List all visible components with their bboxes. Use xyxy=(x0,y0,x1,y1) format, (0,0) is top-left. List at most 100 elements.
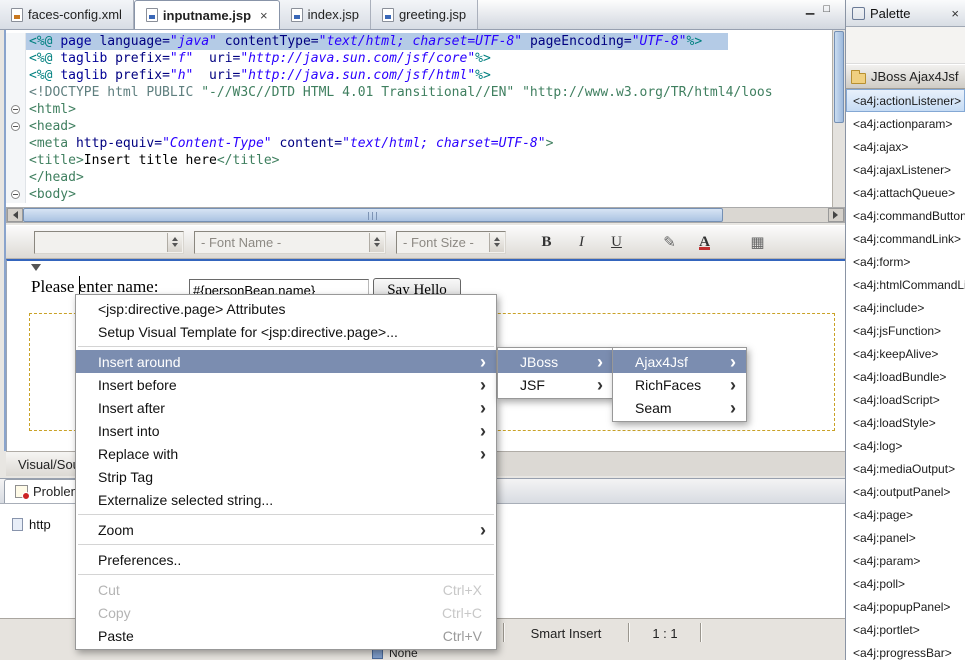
text-caret xyxy=(79,276,80,296)
menu-item-paste[interactable]: PasteCtrl+V xyxy=(76,624,496,647)
tab-label: faces-config.xml xyxy=(28,7,122,22)
palette-item-a4jinclude[interactable]: <a4j:include> xyxy=(846,296,965,319)
palette-item-a4jkeepalive[interactable]: <a4j:keepAlive> xyxy=(846,342,965,365)
source-line-text[interactable]: <html> xyxy=(26,101,76,118)
menu-item-richfaces[interactable]: RichFaces› xyxy=(613,373,746,396)
palette-item-a4jmediaoutput[interactable]: <a4j:mediaOutput> xyxy=(846,457,965,480)
source-line-text[interactable]: <%@ page language="java" contentType="te… xyxy=(26,33,728,50)
vertical-scrollbar-thumb[interactable] xyxy=(834,31,844,123)
combo-spinner-icon[interactable] xyxy=(167,233,182,252)
font-name-combo[interactable]: - Font Name - xyxy=(194,231,386,254)
tab-inputname-jsp[interactable]: inputname.jsp × xyxy=(134,0,280,29)
palette-item-a4jpanel[interactable]: <a4j:panel> xyxy=(846,526,965,549)
palette-item-a4jlog[interactable]: <a4j:log> xyxy=(846,434,965,457)
horizontal-scrollbar[interactable] xyxy=(6,207,845,223)
menu-item-insert-into[interactable]: Insert into› xyxy=(76,419,496,442)
palette-item-a4joutputpanel[interactable]: <a4j:outputPanel> xyxy=(846,480,965,503)
fold-collapse-icon[interactable] xyxy=(11,190,20,199)
menu-item-externalize-selected-string[interactable]: Externalize selected string... xyxy=(76,488,496,511)
minimize-icon[interactable]: ▁ xyxy=(806,2,814,15)
menu-item-jsp-directive-page-attributes[interactable]: <jsp:directive.page> Attributes xyxy=(76,297,496,320)
palette-item-a4jportlet[interactable]: <a4j:portlet> xyxy=(846,618,965,641)
palette-item-a4jajax[interactable]: <a4j:ajax> xyxy=(846,135,965,158)
table-icon[interactable]: ▦ xyxy=(745,230,770,254)
combo-spinner-icon[interactable] xyxy=(369,233,384,252)
font-color-button[interactable]: A xyxy=(692,230,717,254)
horizontal-scrollbar-thumb[interactable] xyxy=(23,208,723,222)
source-line-text[interactable]: <head> xyxy=(26,118,76,135)
palette-drawer-label: JBoss Ajax4Jsf xyxy=(871,69,958,84)
underline-button[interactable]: U xyxy=(604,230,629,254)
vertical-scrollbar[interactable] xyxy=(832,30,845,207)
menu-shortcut: Ctrl+V xyxy=(443,628,486,644)
close-icon[interactable]: × xyxy=(951,6,959,21)
source-code-area[interactable]: <%@ page language="java" contentType="te… xyxy=(6,30,832,207)
palette-panel: Palette × JBoss Ajax4Jsf <a4j:actionList… xyxy=(845,0,965,660)
font-size-combo[interactable]: - Font Size - xyxy=(396,231,506,254)
source-line-text[interactable]: <body> xyxy=(26,186,76,203)
source-line-text[interactable]: <title>Insert title here</title> xyxy=(26,152,279,169)
menu-item-cut[interactable]: CutCtrl+X xyxy=(76,578,496,601)
italic-button[interactable]: I xyxy=(569,230,594,254)
menu-item-ajax4jsf[interactable]: Ajax4Jsf› xyxy=(613,350,746,373)
problem-list-item[interactable]: http xyxy=(12,517,51,532)
scroll-right-button[interactable] xyxy=(828,208,844,222)
menu-item-setup-visual-template-for-jsp-directive-page[interactable]: Setup Visual Template for <jsp:directive… xyxy=(76,320,496,343)
palette-item-a4jactionlistener[interactable]: <a4j:actionListener> xyxy=(846,89,965,112)
menu-item-insert-after[interactable]: Insert after› xyxy=(76,396,496,419)
palette-item-a4jattachqueue[interactable]: <a4j:attachQueue> xyxy=(846,181,965,204)
palette-item-a4jhtmlcommandlink[interactable]: <a4j:htmlCommandLink> xyxy=(846,273,965,296)
palette-item-a4jajaxlistener[interactable]: <a4j:ajaxListener> xyxy=(846,158,965,181)
combo-spinner-icon[interactable] xyxy=(489,233,504,252)
palette-item-a4jpoll[interactable]: <a4j:poll> xyxy=(846,572,965,595)
palette-item-a4jloadstyle[interactable]: <a4j:loadStyle> xyxy=(846,411,965,434)
palette-item-a4jpopuppanel[interactable]: <a4j:popupPanel> xyxy=(846,595,965,618)
arrow-left-icon xyxy=(9,211,18,219)
source-line-text[interactable]: <%@ taglib prefix="f" uri="http://java.s… xyxy=(26,50,491,67)
tab-close-icon[interactable]: × xyxy=(260,8,268,23)
menu-item-insert-around[interactable]: Insert around› xyxy=(76,350,496,373)
palette-drawer-jboss-ajax4jsf[interactable]: JBoss Ajax4Jsf xyxy=(846,64,965,89)
palette-icon xyxy=(852,7,865,20)
menu-item-jboss[interactable]: JBoss› xyxy=(498,350,613,373)
palette-item-a4jcommandbutton[interactable]: <a4j:commandButton> xyxy=(846,204,965,227)
submenu-arrow-icon: › xyxy=(480,520,486,540)
font-size-value: - Font Size - xyxy=(403,235,474,250)
source-line-text[interactable]: <!DOCTYPE html PUBLIC "-//W3C//DTD HTML … xyxy=(26,84,773,101)
status-separator xyxy=(503,623,505,642)
highlighter-icon[interactable]: ✎ xyxy=(657,230,682,254)
menu-item-preferences[interactable]: Preferences.. xyxy=(76,548,496,571)
maximize-icon[interactable]: □ xyxy=(823,3,830,15)
fold-collapse-icon[interactable] xyxy=(11,122,20,131)
bold-button[interactable]: B xyxy=(534,230,559,254)
fold-collapse-icon[interactable] xyxy=(11,105,20,114)
editor-tab-bar: faces-config.xml inputname.jsp × index.j… xyxy=(0,0,845,30)
tab-index-jsp[interactable]: index.jsp xyxy=(280,0,371,29)
source-line-text[interactable]: </head> xyxy=(26,169,84,186)
menu-item-zoom[interactable]: Zoom› xyxy=(76,518,496,541)
palette-item-a4jactionparam[interactable]: <a4j:actionparam> xyxy=(846,112,965,135)
palette-item-a4jloadbundle[interactable]: <a4j:loadBundle> xyxy=(846,365,965,388)
menu-item-copy[interactable]: CopyCtrl+C xyxy=(76,601,496,624)
caret-position-indicator: 1 : 1 xyxy=(636,623,694,643)
source-editor[interactable]: <%@ page language="java" contentType="te… xyxy=(6,30,845,207)
block-format-combo[interactable] xyxy=(34,231,184,254)
palette-item-a4jjsfunction[interactable]: <a4j:jsFunction> xyxy=(846,319,965,342)
palette-item-a4jcommandlink[interactable]: <a4j:commandLink> xyxy=(846,227,965,250)
scroll-left-button[interactable] xyxy=(7,208,23,222)
submenu-arrow-icon: › xyxy=(730,375,736,395)
source-line-text[interactable]: <%@ taglib prefix="h" uri="http://java.s… xyxy=(26,67,491,84)
menu-item-replace-with[interactable]: Replace with› xyxy=(76,442,496,465)
menu-item-seam[interactable]: Seam› xyxy=(613,396,746,419)
menu-item-jsf[interactable]: JSF› xyxy=(498,373,613,396)
tab-greeting-jsp[interactable]: greeting.jsp xyxy=(371,0,478,29)
menu-item-insert-before[interactable]: Insert before› xyxy=(76,373,496,396)
menu-item-strip-tag[interactable]: Strip Tag xyxy=(76,465,496,488)
palette-item-a4jform[interactable]: <a4j:form> xyxy=(846,250,965,273)
tab-faces-config-xml[interactable]: faces-config.xml xyxy=(0,0,134,29)
palette-item-a4jparam[interactable]: <a4j:param> xyxy=(846,549,965,572)
palette-item-a4jprogressbar[interactable]: <a4j:progressBar> xyxy=(846,641,965,660)
palette-item-a4jpage[interactable]: <a4j:page> xyxy=(846,503,965,526)
palette-item-a4jloadscript[interactable]: <a4j:loadScript> xyxy=(846,388,965,411)
source-line-text[interactable]: <meta http-equiv="Content-Type" content=… xyxy=(26,135,553,152)
